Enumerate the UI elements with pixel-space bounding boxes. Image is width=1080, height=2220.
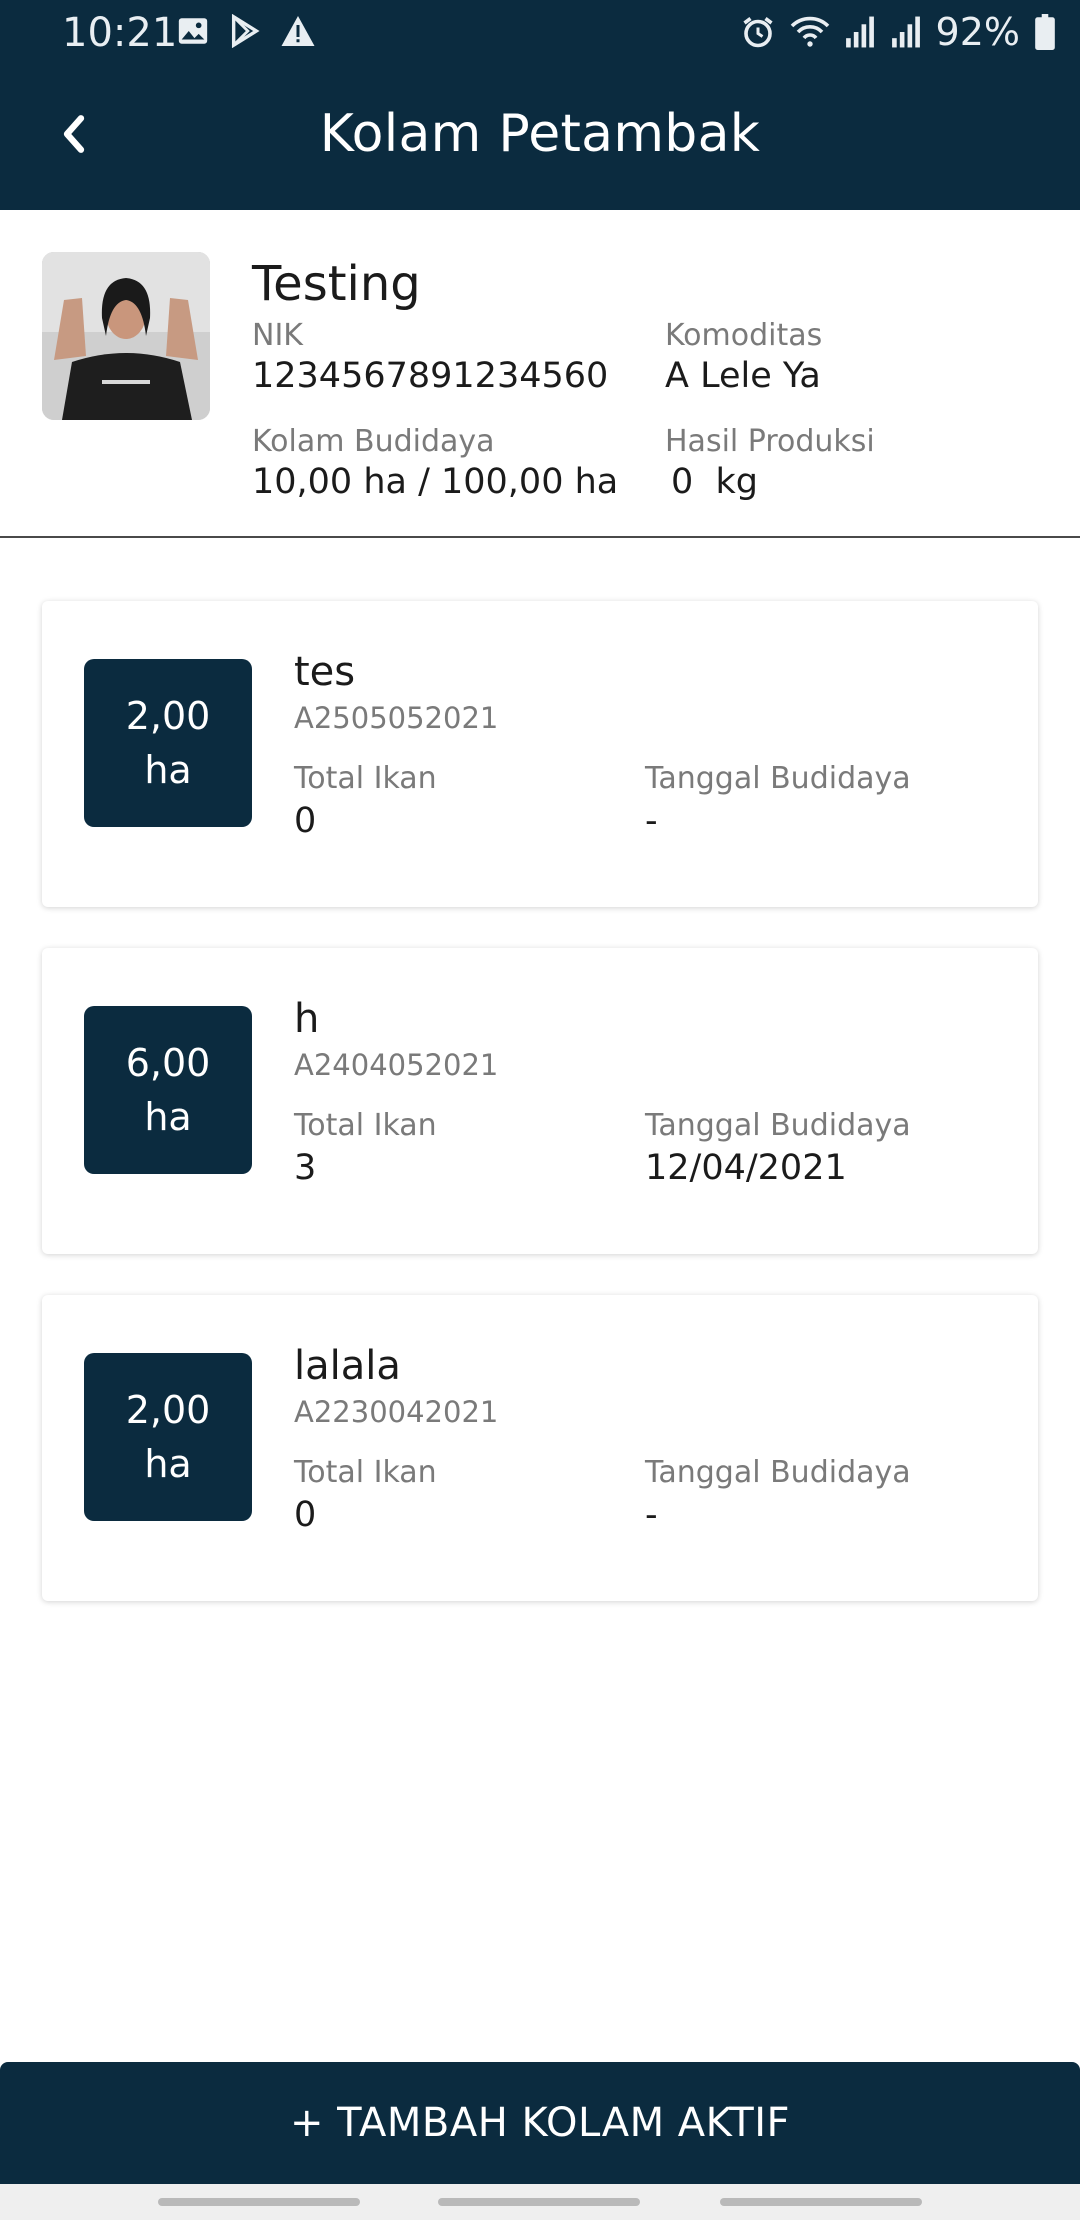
total-ikan-label: Total Ikan	[294, 1455, 437, 1490]
pond-code: A2230042021	[294, 1395, 499, 1429]
pond-name: lalala	[294, 1343, 401, 1389]
signal-icon	[890, 15, 922, 49]
play-store-icon	[228, 14, 262, 48]
pond-name: h	[294, 996, 320, 1042]
system-navigation-bar	[0, 2184, 1080, 2220]
tanggal-budidaya-label: Tanggal Budidaya	[645, 1108, 911, 1143]
battery-icon	[1034, 14, 1056, 50]
total-ikan-value: 0	[294, 1495, 317, 1535]
total-ikan-value: 3	[294, 1148, 317, 1188]
area-badge: 2,00 ha	[84, 659, 252, 827]
area-unit: ha	[144, 1095, 192, 1139]
alarm-icon	[740, 14, 776, 50]
signal-icon	[844, 15, 876, 49]
total-ikan-label: Total Ikan	[294, 1108, 437, 1143]
tanggal-budidaya-value: -	[645, 1495, 658, 1535]
total-ikan-label: Total Ikan	[294, 761, 437, 796]
nav-home-button[interactable]	[438, 2198, 640, 2206]
area-value: 2,00	[125, 1388, 211, 1432]
tanggal-budidaya-label: Tanggal Budidaya	[645, 761, 911, 796]
nav-recents-button[interactable]	[158, 2198, 360, 2206]
area-unit: ha	[144, 1442, 192, 1486]
farmer-profile: Testing NIK 1234567891234560 Komoditas A…	[0, 210, 1080, 538]
nav-back-button[interactable]	[720, 2198, 922, 2206]
pond-code: A2505052021	[294, 701, 499, 735]
hasil-produksi-label: Hasil Produksi	[665, 424, 875, 459]
tanggal-budidaya-label: Tanggal Budidaya	[645, 1455, 911, 1490]
profile-name: Testing	[252, 256, 421, 312]
status-bar: 10:21 92%	[0, 0, 1080, 66]
area-unit: ha	[144, 748, 192, 792]
pond-card[interactable]: 6,00 ha h A2404052021 Total Ikan 3 Tangg…	[42, 948, 1038, 1254]
area-value: 6,00	[125, 1041, 211, 1085]
avatar	[42, 252, 210, 420]
nik-value: 1234567891234560	[252, 356, 609, 396]
wifi-icon	[790, 14, 830, 50]
image-icon	[176, 14, 210, 48]
page-title: Kolam Petambak	[319, 104, 761, 164]
total-ikan-value: 0	[294, 801, 317, 841]
pond-card[interactable]: 2,00 ha lalala A2230042021 Total Ikan 0 …	[42, 1295, 1038, 1601]
status-time: 10:21	[62, 10, 178, 56]
warning-icon	[280, 14, 316, 48]
pond-card[interactable]: 2,00 ha tes A2505052021 Total Ikan 0 Tan…	[42, 601, 1038, 907]
system-icons: 92%	[740, 10, 1056, 54]
battery-percent: 92%	[935, 10, 1020, 54]
tanggal-budidaya-value: 12/04/2021	[645, 1148, 847, 1188]
kolam-budidaya-label: Kolam Budidaya	[252, 424, 495, 459]
nik-label: NIK	[252, 318, 303, 353]
notification-icons	[176, 14, 316, 48]
komoditas-value: A Lele Ya	[665, 356, 821, 396]
add-active-pond-button[interactable]: + TAMBAH KOLAM AKTIF	[0, 2062, 1080, 2184]
area-value: 2,00	[125, 694, 211, 738]
app-header: 10:21 92% Kolam Petambak	[0, 0, 1080, 210]
area-badge: 6,00 ha	[84, 1006, 252, 1174]
komoditas-label: Komoditas	[665, 318, 823, 353]
pond-name: tes	[294, 649, 356, 695]
tanggal-budidaya-value: -	[645, 801, 658, 841]
area-badge: 2,00 ha	[84, 1353, 252, 1521]
kolam-budidaya-value: 10,00 ha / 100,00 ha	[252, 462, 619, 502]
hasil-produksi-value: 0 kg	[671, 462, 759, 502]
pond-code: A2404052021	[294, 1048, 499, 1082]
